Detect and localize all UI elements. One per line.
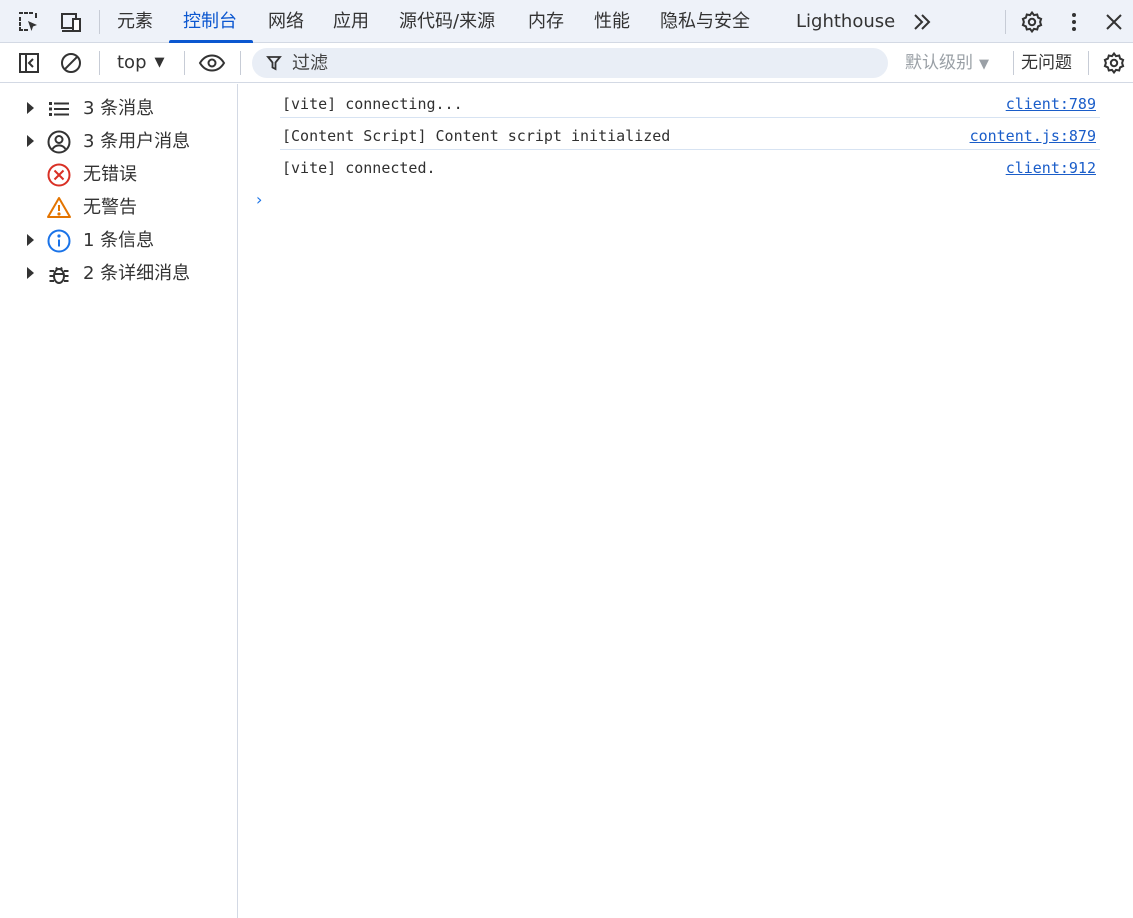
sidebar-item-label: 1 条信息 (83, 230, 155, 251)
expand-arrow-icon[interactable] (27, 135, 34, 147)
console-message: [Content Script] Content script initiali… (280, 118, 1100, 150)
message-text: [Content Script] Content script initiali… (282, 127, 671, 145)
console-output: [vite] connecting... client:789 [Content… (238, 84, 1133, 918)
tab-lighthouse[interactable]: Lighthouse (796, 0, 895, 43)
settings-icon[interactable] (1020, 10, 1044, 34)
sidebar-item-warnings[interactable]: 无警告 (0, 191, 237, 224)
console-message: [vite] connecting... client:789 (280, 86, 1100, 118)
dropdown-caret-icon: ▼ (979, 57, 989, 72)
sidebar-item-user-messages[interactable]: 3 条用户消息 (0, 125, 237, 158)
device-toolbar-icon[interactable] (59, 10, 83, 34)
message-source-link[interactable]: client:789 (1006, 86, 1096, 122)
dropdown-caret-icon: ▼ (154, 55, 165, 70)
expand-arrow-icon[interactable] (27, 102, 34, 114)
console-settings-icon[interactable] (1102, 51, 1126, 75)
close-icon[interactable] (1102, 10, 1126, 34)
message-text: [vite] connected. (282, 159, 436, 177)
expand-arrow-icon[interactable] (27, 267, 34, 279)
sidebar-item-label: 2 条详细消息 (83, 263, 191, 284)
sidebar-item-info[interactable]: 1 条信息 (0, 224, 237, 257)
clear-console-icon[interactable] (59, 51, 83, 75)
warning-triangle-icon (47, 197, 71, 218)
devtools-tab-bar: 元素 控制台 网络 应用 源代码/来源 内存 性能 隐私与安全 Lighthou… (0, 0, 1133, 43)
filter-icon (266, 56, 282, 71)
tab-console[interactable]: 控制台 (183, 0, 237, 43)
user-circle-icon (47, 130, 71, 154)
list-icon (49, 102, 69, 116)
filter-bar (252, 48, 888, 78)
more-vert-icon[interactable] (1062, 10, 1086, 34)
error-circle-icon (47, 163, 71, 187)
tab-sources[interactable]: 源代码/来源 (399, 0, 495, 43)
context-selector-label: top (117, 52, 147, 73)
console-message: [vite] connected. client:912 (280, 150, 1100, 182)
sidebar-toggle-icon[interactable] (17, 51, 41, 75)
expand-arrow-icon[interactable] (27, 234, 34, 246)
tab-performance[interactable]: 性能 (594, 0, 630, 43)
console-toolbar: top ▼ 默认级别 ▼ 无问题 (0, 43, 1133, 83)
sidebar-item-label: 3 条用户消息 (83, 131, 191, 152)
sidebar-item-label: 无警告 (83, 197, 137, 218)
issues-counter[interactable]: 无问题 (1021, 43, 1072, 83)
tab-elements[interactable]: 元素 (117, 0, 153, 43)
bug-icon (49, 266, 69, 284)
console-sidebar: 3 条消息 3 条用户消息 无错误 无警告 1 条信息 2 条详细消息 (0, 84, 238, 918)
sidebar-item-label: 无错误 (83, 164, 137, 185)
chevron-double-right-icon[interactable] (910, 10, 934, 34)
message-text: [vite] connecting... (282, 95, 463, 113)
log-levels-label: 默认级别 (905, 53, 973, 73)
message-source-link[interactable]: content.js:879 (970, 118, 1096, 154)
tab-privacy-security[interactable]: 隐私与安全 (660, 0, 750, 43)
sidebar-item-errors[interactable]: 无错误 (0, 158, 237, 191)
filter-input[interactable] (292, 51, 872, 75)
inspect-element-icon[interactable] (17, 10, 41, 34)
context-selector[interactable]: top ▼ (117, 43, 165, 83)
sidebar-item-messages[interactable]: 3 条消息 (0, 92, 237, 125)
console-prompt[interactable]: › (256, 190, 262, 209)
sidebar-item-label: 3 条消息 (83, 98, 155, 119)
eye-icon[interactable] (198, 51, 226, 75)
tab-network[interactable]: 网络 (268, 0, 304, 43)
info-icon (47, 229, 71, 253)
sidebar-item-verbose[interactable]: 2 条详细消息 (0, 257, 237, 290)
tab-application[interactable]: 应用 (333, 0, 369, 43)
log-levels-dropdown[interactable]: 默认级别 ▼ (905, 43, 989, 83)
tab-memory[interactable]: 内存 (528, 0, 564, 43)
message-source-link[interactable]: client:912 (1006, 150, 1096, 186)
